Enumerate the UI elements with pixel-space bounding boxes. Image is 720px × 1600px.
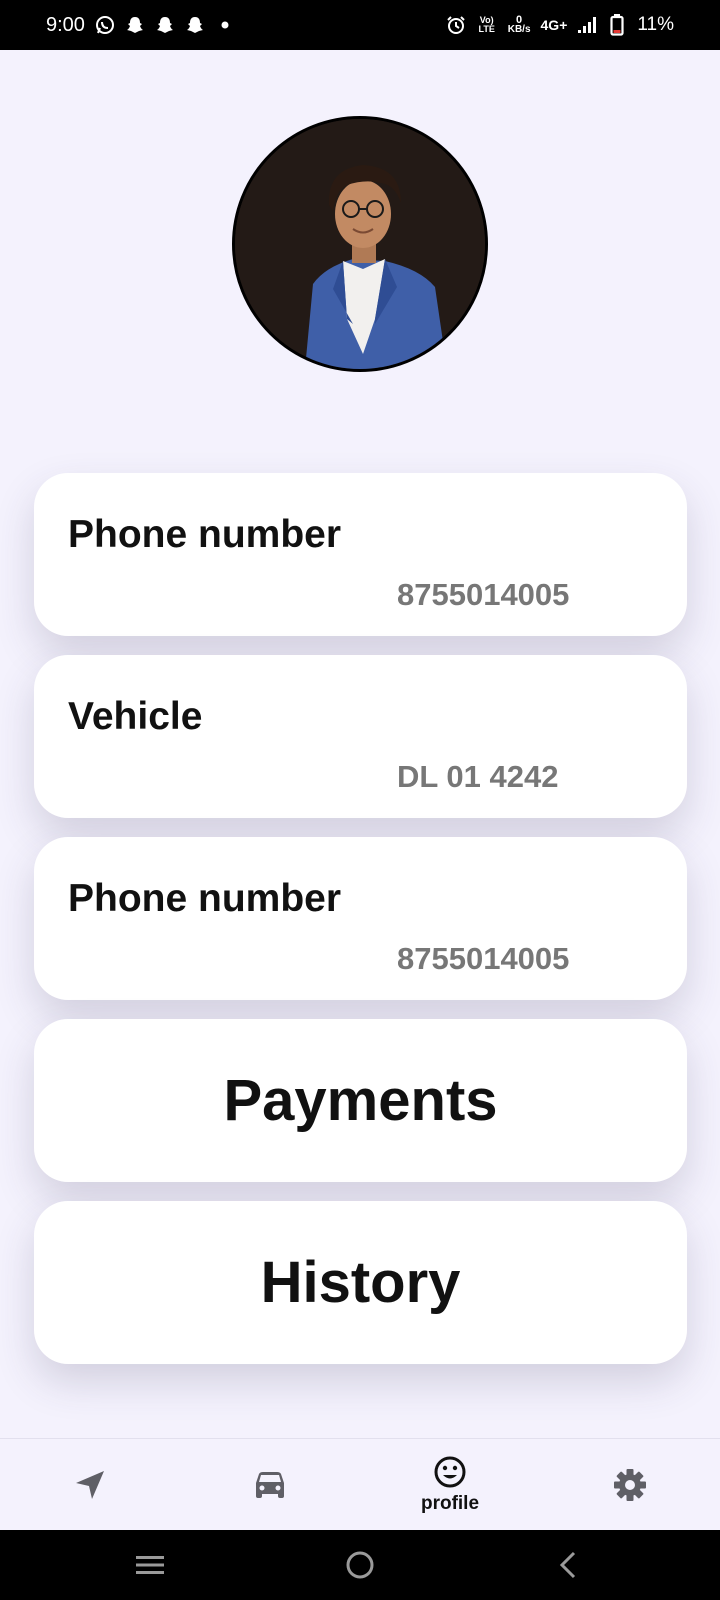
phone-number-label-secondary: Phone number <box>68 877 342 920</box>
phone-number-value: 8755014005 <box>397 577 570 612</box>
navigation-arrow-icon <box>76 1471 104 1499</box>
nav-item-profile[interactable]: profile <box>400 1439 500 1531</box>
gear-icon <box>614 1469 646 1501</box>
history-button[interactable]: History <box>34 1201 687 1364</box>
nav-label-profile: profile <box>420 1493 480 1514</box>
back-icon <box>559 1551 576 1579</box>
volte-indicator: Vo) LTE <box>478 15 495 34</box>
smiley-icon <box>434 1456 466 1488</box>
battery-percent: 11% <box>637 14 674 35</box>
phone-number-card-secondary: Phone number 8755014005 <box>34 837 687 1000</box>
home-button[interactable] <box>330 1530 390 1600</box>
recents-icon <box>136 1556 164 1574</box>
status-bar-right: Vo) LTE 0 KB/s 4G+ 11% <box>446 14 674 36</box>
network-speed-unit: KB/s <box>507 24 531 35</box>
nav-item-vehicle[interactable] <box>230 1439 310 1531</box>
phone-number-value-secondary: 8755014005 <box>397 941 570 976</box>
snapchat-icon <box>155 15 175 35</box>
snapchat-icon <box>185 15 205 35</box>
profile-details: Phone number 8755014005 Vehicle DL 01 42… <box>34 473 687 1383</box>
payments-button[interactable]: Payments <box>34 1019 687 1182</box>
vehicle-value: DL 01 4242 <box>397 759 559 794</box>
nav-item-navigate[interactable] <box>50 1439 130 1531</box>
phone-number-card: Phone number 8755014005 <box>34 473 687 636</box>
avatar-icon <box>235 119 485 369</box>
status-bar-left: 9:00 <box>46 14 235 37</box>
back-button[interactable] <box>538 1530 598 1600</box>
snapchat-icon <box>125 15 145 35</box>
battery-icon <box>607 14 627 36</box>
network-speed: 0 KB/s <box>507 15 531 35</box>
history-button-label: History <box>260 1250 461 1315</box>
home-icon <box>346 1551 374 1579</box>
bottom-navigation: profile <box>0 1438 720 1530</box>
alarm-icon <box>446 15 466 35</box>
status-bar: 9:00 Vo) LTE 0 KB/s 4G+ 11% <box>0 0 720 50</box>
nav-item-settings[interactable] <box>590 1439 670 1531</box>
car-icon <box>256 1472 284 1498</box>
signal-icon <box>577 15 597 35</box>
avatar <box>232 116 488 372</box>
recents-button[interactable] <box>120 1530 180 1600</box>
system-navigation-bar <box>0 1530 720 1600</box>
profile-screen: Phone number 8755014005 Vehicle DL 01 42… <box>0 50 720 1438</box>
network-type: 4G+ <box>540 17 568 33</box>
whatsapp-icon <box>95 15 115 35</box>
status-time: 9:00 <box>46 13 85 36</box>
phone-number-label: Phone number <box>68 513 342 556</box>
payments-button-label: Payments <box>223 1068 498 1133</box>
vehicle-label: Vehicle <box>68 695 203 738</box>
dot-icon <box>215 15 235 35</box>
vehicle-card: Vehicle DL 01 4242 <box>34 655 687 818</box>
